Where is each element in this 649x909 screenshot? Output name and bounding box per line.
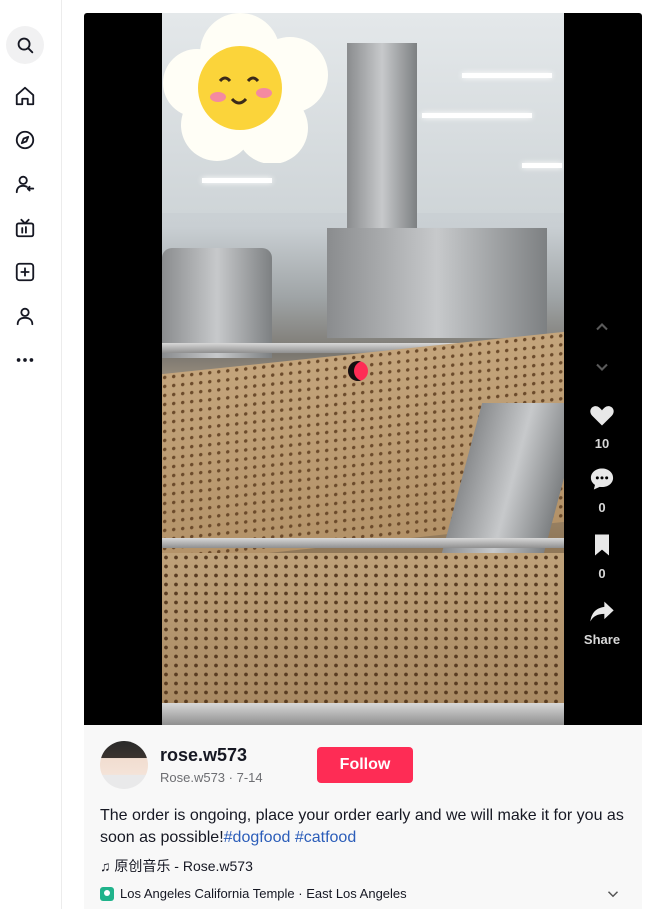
ceiling-light (462, 73, 552, 78)
tray-edge (162, 703, 564, 725)
explore-icon[interactable] (6, 121, 44, 159)
post-caption: The order is ongoing, place your order e… (100, 805, 630, 849)
share-label: Share (583, 632, 621, 647)
avatar[interactable] (100, 741, 148, 789)
comment-button[interactable]: 0 (580, 465, 624, 515)
ceiling-light (522, 163, 562, 168)
search-icon[interactable] (6, 26, 44, 64)
profile-icon[interactable] (6, 297, 44, 335)
follow-button[interactable]: Follow (317, 747, 413, 783)
comment-icon (590, 468, 614, 490)
hopper (327, 228, 547, 338)
bookmark-icon (595, 534, 609, 556)
author-subline: Rose.w573 · 7-14 (160, 770, 263, 785)
caption-text: The order is ongoing, place your order e… (100, 807, 624, 846)
video-player[interactable]: 10 0 0 Share (84, 13, 642, 725)
separator: · (225, 770, 237, 785)
tank (162, 248, 272, 358)
chevron-down-icon (596, 363, 608, 371)
location-text: Los Angeles California Temple · East Los… (120, 886, 407, 901)
next-video-button[interactable] (580, 357, 624, 382)
ceiling-light (202, 178, 272, 183)
chevron-up-icon (596, 323, 608, 331)
comment-count: 0 (598, 500, 606, 515)
like-button[interactable]: 10 (580, 401, 624, 451)
following-icon[interactable] (6, 165, 44, 203)
more-icon[interactable] (6, 341, 44, 379)
hashtag-link[interactable]: #dogfood (224, 829, 291, 846)
favorite-count: 0 (598, 566, 606, 581)
belt-rail (162, 538, 564, 548)
smiley-flower-sticker (163, 13, 328, 163)
ceiling-light (422, 113, 532, 118)
username[interactable]: rose.w573 (160, 745, 247, 766)
previous-video-button[interactable] (580, 317, 624, 342)
left-sidebar (0, 0, 62, 909)
upload-icon[interactable] (6, 253, 44, 291)
share-icon (590, 601, 614, 622)
like-count: 10 (594, 436, 610, 451)
expand-button[interactable] (604, 885, 622, 903)
post-date: 7-14 (236, 770, 263, 785)
home-icon[interactable] (6, 77, 44, 115)
share-button[interactable]: Share (580, 597, 624, 647)
location-pin-icon (100, 886, 114, 901)
video-frame[interactable] (162, 13, 564, 725)
author-handle[interactable]: Rose.w573 (160, 770, 225, 785)
music-link[interactable]: ♫ 原创音乐 - Rose.w573 (100, 856, 253, 876)
heart-icon (590, 406, 614, 426)
post-info: rose.w573 Rose.w573 · 7-14 Follow The or… (84, 725, 642, 909)
product-tray (162, 553, 564, 703)
location-link[interactable]: Los Angeles California Temple · East Los… (100, 886, 407, 901)
post-card: 10 0 0 Share rose.w573 Rose.w573 · 7-14 … (84, 13, 642, 909)
chevron-down-icon (607, 891, 619, 898)
hashtag-link[interactable]: #catfood (295, 829, 356, 846)
live-icon[interactable] (6, 209, 44, 247)
record-indicator (348, 361, 368, 381)
favorite-button[interactable]: 0 (580, 531, 624, 581)
